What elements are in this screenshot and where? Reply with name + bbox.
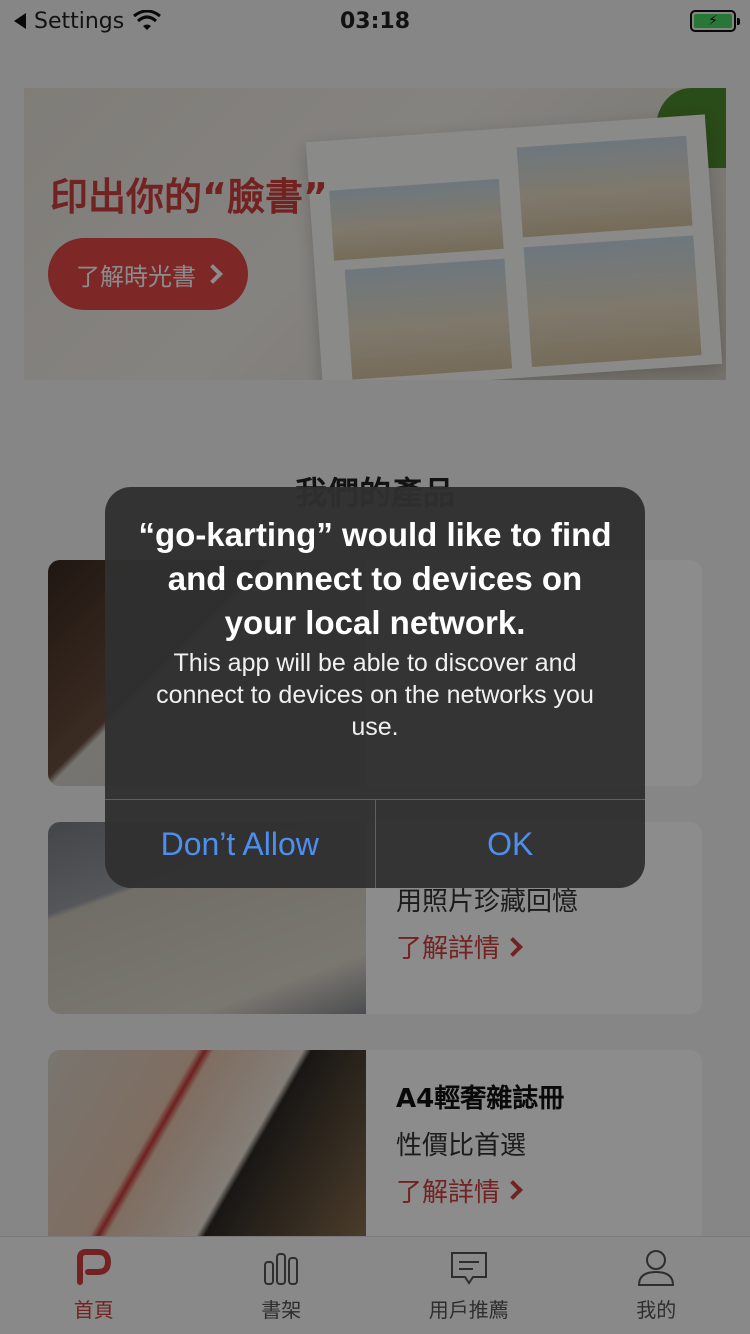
alert-actions: Don’t Allow OK <box>105 799 645 888</box>
alert-message: This app will be able to discover and co… <box>156 649 594 741</box>
alert-title: “go-karting” would like to find and conn… <box>138 516 612 641</box>
ok-button[interactable]: OK <box>374 800 646 888</box>
dont-allow-button[interactable]: Don’t Allow <box>105 800 375 888</box>
local-network-permission-alert: “go-karting” would like to find and conn… <box>105 487 645 888</box>
